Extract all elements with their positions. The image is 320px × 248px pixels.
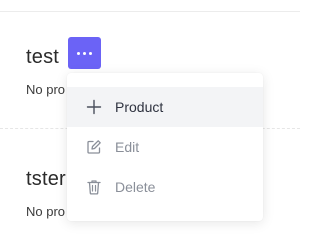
page: test No pro tster No pro Product Edit De… bbox=[0, 0, 300, 248]
menu-item-edit[interactable]: Edit bbox=[67, 127, 263, 167]
menu-item-label: Product bbox=[115, 99, 164, 115]
list-title: test bbox=[26, 46, 60, 68]
actions-dropdown-menu: Product Edit Delete bbox=[67, 73, 263, 221]
divider bbox=[0, 11, 300, 12]
edit-icon bbox=[86, 139, 102, 155]
menu-item-product[interactable]: Product bbox=[67, 87, 263, 127]
list-title: tster bbox=[26, 168, 66, 190]
plus-icon bbox=[86, 99, 102, 115]
dot-icon bbox=[83, 51, 86, 55]
menu-item-delete[interactable]: Delete bbox=[67, 167, 263, 207]
dot-icon bbox=[89, 51, 92, 55]
more-options-button[interactable] bbox=[68, 37, 101, 69]
list-subtitle: No pro bbox=[26, 82, 66, 97]
menu-item-label: Delete bbox=[115, 179, 156, 195]
menu-item-label: Edit bbox=[115, 139, 140, 155]
trash-icon bbox=[86, 179, 102, 195]
dot-icon bbox=[77, 51, 80, 55]
list-subtitle: No pro bbox=[26, 204, 66, 219]
